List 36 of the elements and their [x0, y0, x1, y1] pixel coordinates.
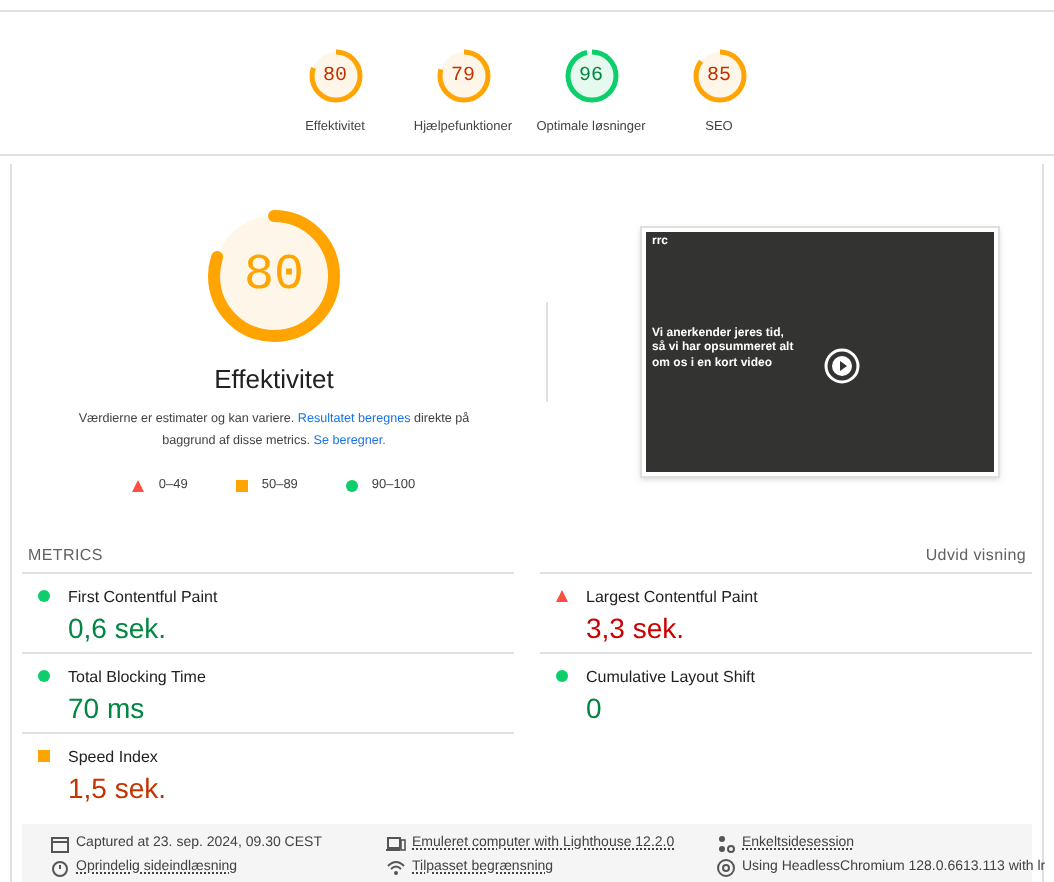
score-value: 85 — [706, 63, 731, 91]
metric-name: First Contentful Paint — [68, 585, 218, 610]
square-icon — [38, 749, 50, 762]
metric-name: Largest Contentful Paint — [586, 585, 758, 610]
metric-value: 3,3 sek. — [586, 609, 687, 646]
section-heading: METRICS — [28, 543, 103, 568]
metric-value: 1,5 sek. — [68, 769, 167, 806]
nodes-icon — [716, 833, 736, 854]
circle-icon — [38, 589, 50, 602]
stopwatch-icon — [50, 857, 70, 878]
wifi-icon — [386, 857, 406, 878]
metric-value: 70 ms — [68, 689, 147, 726]
score-gauge[interactable]: 85 — [691, 48, 747, 104]
score-value: 80 — [243, 243, 304, 308]
score-value: 80 — [322, 63, 347, 91]
score-gauge[interactable]: 79 — [435, 48, 491, 104]
square-icon — [235, 480, 248, 492]
score-value: 96 — [578, 63, 603, 91]
category-title: Effektivitet — [214, 361, 334, 398]
metric-name: Total Blocking Time — [68, 665, 206, 690]
metric-value: 0 — [586, 689, 604, 726]
calendar-icon — [50, 833, 70, 854]
score-value: 79 — [450, 63, 475, 91]
expand-view-toggle[interactable]: Udvid visning — [925, 543, 1026, 568]
circle-icon — [38, 669, 50, 682]
laptop-icon — [386, 833, 406, 854]
play-icon — [824, 347, 860, 384]
triangle-icon — [132, 480, 145, 492]
circle-icon — [345, 480, 358, 492]
score-gauge[interactable]: 80 — [307, 48, 363, 104]
metric-name: Speed Index — [68, 745, 160, 770]
circle-icon — [556, 669, 568, 682]
score-gauge[interactable]: 96 — [563, 48, 619, 104]
metric-value: 0,6 sek. — [68, 609, 169, 646]
metric-name: Cumulative Layout Shift — [586, 665, 755, 690]
triangle-icon — [556, 589, 568, 602]
